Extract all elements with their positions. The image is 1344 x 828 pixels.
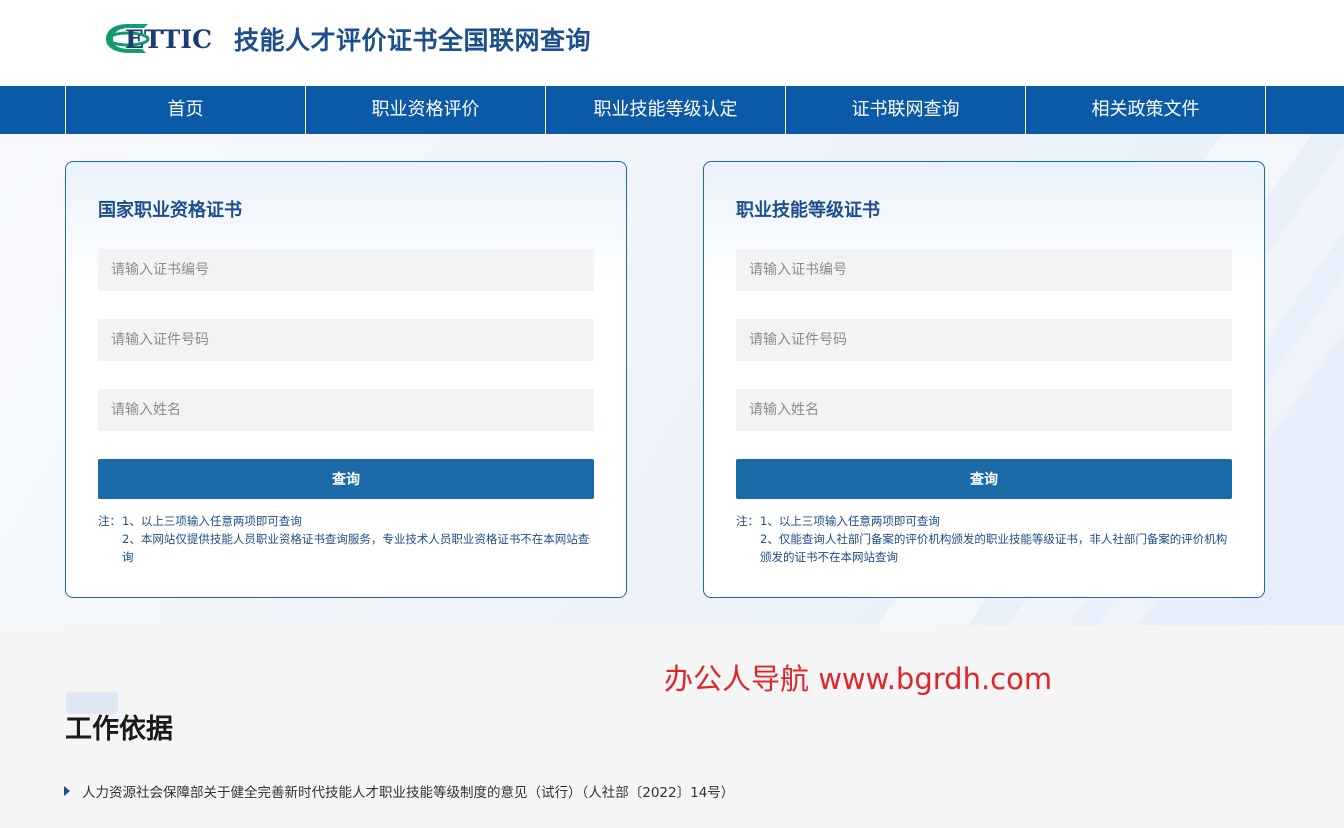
- query-section: 国家职业资格证书 查询 注： 1、以上三项输入任意两项即可查询 2、本网站仅提供…: [0, 134, 1344, 625]
- query-button[interactable]: 查询: [736, 459, 1232, 499]
- note-line-1: 1、以上三项输入任意两项即可查询: [122, 514, 302, 528]
- note-prefix: 注：: [736, 514, 759, 528]
- nav-item-home[interactable]: 首页: [66, 86, 306, 134]
- name-input[interactable]: [98, 389, 594, 431]
- nav-item-qualification[interactable]: 职业资格评价: [306, 86, 546, 134]
- basis-item-label: 人力资源社会保障部关于健全完善新时代技能人才职业技能等级制度的意见（试行）（人社…: [82, 785, 735, 801]
- id-number-input[interactable]: [98, 319, 594, 361]
- cert-number-input[interactable]: [98, 249, 594, 291]
- skill-level-cert-card: 职业技能等级证书 查询 注： 1、以上三项输入任意两项即可查询 2、仅能查询人社…: [703, 161, 1265, 598]
- ettic-logo[interactable]: ETTIC: [106, 20, 222, 56]
- nav-item-skill-level[interactable]: 职业技能等级认定: [546, 86, 786, 134]
- site-title: 技能人才评价证书全国联网查询: [234, 26, 592, 55]
- note-line-2: 2、本网站仅提供技能人员职业资格证书查询服务，专业技术人员职业资格证书不在本网站…: [122, 532, 590, 564]
- card-title: 职业技能等级证书: [736, 200, 880, 221]
- section-title: 工作依据: [65, 714, 173, 745]
- site-header: ETTIC 技能人才评价证书全国联网查询: [0, 0, 1344, 86]
- triangle-right-icon: [64, 786, 70, 796]
- watermark-text: 办公人导航 www.bgrdh.com: [664, 662, 1053, 696]
- note-prefix: 注：: [98, 514, 121, 528]
- cert-number-input[interactable]: [736, 249, 1232, 291]
- name-input[interactable]: [736, 389, 1232, 431]
- logo-text: ETTIC: [125, 25, 212, 54]
- card-note: 注： 1、以上三项输入任意两项即可查询 2、仅能查询人社部门备案的评价机构颁发的…: [736, 512, 1232, 566]
- main-nav: 首页 职业资格评价 职业技能等级认定 证书联网查询 相关政策文件: [0, 86, 1344, 134]
- id-number-input[interactable]: [736, 319, 1232, 361]
- nav-item-policy[interactable]: 相关政策文件: [1026, 86, 1266, 134]
- query-button[interactable]: 查询: [98, 459, 594, 499]
- note-line-2: 2、仅能查询人社部门备案的评价机构颁发的职业技能等级证书，非人社部门备案的评价机…: [760, 532, 1228, 564]
- nav-item-cert-query[interactable]: 证书联网查询: [786, 86, 1026, 134]
- card-note: 注： 1、以上三项输入任意两项即可查询 2、本网站仅提供技能人员职业资格证书查询…: [98, 512, 594, 566]
- qualification-cert-card: 国家职业资格证书 查询 注： 1、以上三项输入任意两项即可查询 2、本网站仅提供…: [65, 161, 627, 598]
- note-line-1: 1、以上三项输入任意两项即可查询: [760, 514, 940, 528]
- basis-list-item[interactable]: 人力资源社会保障部关于健全完善新时代技能人才职业技能等级制度的意见（试行）（人社…: [64, 781, 734, 801]
- card-title: 国家职业资格证书: [98, 200, 242, 221]
